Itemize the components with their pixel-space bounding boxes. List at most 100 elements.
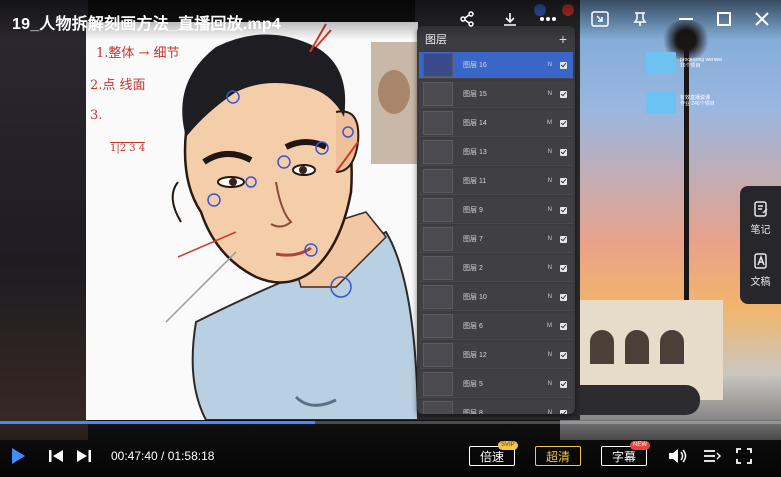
close-icon[interactable] — [752, 9, 772, 29]
layer-row[interactable]: 图层 6 M — [419, 313, 573, 340]
svip-badge: SVIP — [498, 441, 518, 450]
layer-name: 图层 2 — [463, 265, 483, 272]
visibility-checkbox[interactable] — [560, 351, 567, 359]
pin-icon[interactable] — [630, 9, 650, 29]
layer-thumbnail — [423, 227, 453, 251]
blend-mode[interactable]: N — [548, 381, 552, 387]
visibility-checkbox[interactable] — [560, 206, 567, 214]
speed-label: 倍速 — [479, 449, 504, 464]
layer-row[interactable]: 图层 12 N — [419, 342, 573, 369]
layer-row[interactable]: 图层 11 N — [419, 168, 573, 195]
layer-name: 图层 6 — [463, 323, 483, 330]
title-bar: 19_人物拆解刻画方法_直播回放.mp4 — [0, 0, 781, 40]
blend-mode[interactable]: M — [547, 323, 552, 329]
fullscreen-button[interactable] — [736, 448, 752, 469]
layer-thumbnail — [423, 198, 453, 222]
quality-button[interactable]: 超清 — [535, 446, 581, 466]
picture-in-picture-icon[interactable] — [590, 9, 610, 29]
layer-row[interactable]: 图层 16 N — [419, 52, 573, 79]
next-button[interactable] — [76, 448, 92, 469]
left-blur-strip — [0, 0, 88, 440]
layer-row[interactable]: 图层 5 N — [419, 371, 573, 398]
layer-thumbnail — [423, 53, 453, 77]
volume-button[interactable] — [668, 447, 688, 470]
blend-mode[interactable]: N — [548, 236, 552, 242]
visibility-checkbox[interactable] — [560, 322, 567, 330]
minimize-icon[interactable] — [676, 9, 696, 29]
folder-label: processing wenwei 16个项目 — [680, 57, 723, 69]
video-frame[interactable]: processing wenwei16个项目 有效直播说课作业 246个项目 — [0, 0, 781, 477]
visibility-checkbox[interactable] — [560, 119, 567, 127]
layer-row[interactable]: 图层 15 N — [419, 81, 573, 108]
layer-row[interactable]: 图层 13 N — [419, 139, 573, 166]
folder-icon[interactable] — [646, 52, 676, 74]
play-button[interactable] — [10, 447, 26, 470]
layer-name: 图层 10 — [463, 294, 487, 301]
more-icon[interactable] — [538, 9, 558, 29]
car — [560, 385, 700, 415]
progress-fill — [0, 421, 315, 424]
side-panel: 笔记 文稿 — [740, 186, 781, 304]
folder-icon[interactable] — [646, 92, 676, 114]
play-icon — [12, 448, 25, 464]
transcript-label: 文稿 — [750, 277, 771, 288]
layer-row[interactable]: 图层 10 N — [419, 284, 573, 311]
layer-row[interactable]: 图层 7 N — [419, 226, 573, 253]
visibility-checkbox[interactable] — [560, 61, 567, 69]
duration: 01:58:18 — [167, 449, 215, 463]
layer-row[interactable]: 图层 2 N — [419, 255, 573, 282]
layer-name: 图层 8 — [463, 410, 483, 414]
new-badge: NEW — [630, 441, 650, 450]
canvas-note: 1|2 3 4 — [110, 142, 146, 154]
blend-mode[interactable]: N — [548, 178, 552, 184]
layer-thumbnail — [423, 285, 453, 309]
maximize-icon[interactable] — [714, 9, 734, 29]
blend-mode[interactable]: N — [548, 207, 552, 213]
building-window — [625, 330, 649, 364]
blend-mode[interactable]: N — [548, 410, 552, 414]
visibility-checkbox[interactable] — [560, 235, 567, 243]
download-icon[interactable] — [500, 9, 520, 29]
visibility-checkbox[interactable] — [560, 90, 567, 98]
transcript-icon — [753, 253, 767, 269]
layer-thumbnail — [423, 256, 453, 280]
layer-row[interactable]: 图层 14 M — [419, 110, 573, 137]
layer-thumbnail — [423, 111, 453, 135]
layer-name: 图层 13 — [463, 149, 487, 156]
visibility-checkbox[interactable] — [560, 177, 567, 185]
transcript-button[interactable]: 文稿 — [740, 252, 781, 288]
visibility-checkbox[interactable] — [560, 380, 567, 388]
drawing-canvas[interactable]: 1.整体 → 细节 2.点 线面 3. 1|2 3 4 — [86, 22, 418, 420]
blend-mode[interactable]: N — [548, 294, 552, 300]
previous-button[interactable] — [48, 448, 64, 469]
layer-thumbnail — [423, 82, 453, 106]
blend-mode[interactable]: N — [548, 149, 552, 155]
blend-mode[interactable]: N — [548, 265, 552, 271]
layer-name: 图层 16 — [463, 62, 487, 69]
volume-icon — [669, 449, 687, 463]
blend-mode[interactable]: N — [548, 91, 552, 97]
share-icon[interactable] — [457, 9, 477, 29]
notes-button[interactable]: 笔记 — [740, 200, 781, 236]
blend-mode[interactable]: M — [547, 120, 552, 126]
window-title: 19_人物拆解刻画方法_直播回放.mp4 — [12, 16, 281, 33]
visibility-checkbox[interactable] — [560, 409, 567, 414]
skip-back-icon — [49, 450, 63, 462]
visibility-checkbox[interactable] — [560, 264, 567, 272]
layer-row[interactable]: 图层 8 N — [419, 400, 573, 414]
folder-label: 有效直播说课 作业 246个项目 — [680, 95, 715, 107]
layer-thumbnail — [423, 401, 453, 414]
layer-thumbnail — [423, 372, 453, 396]
layer-name: 图层 9 — [463, 207, 483, 214]
layer-row[interactable]: 图层 9 N — [419, 197, 573, 224]
blend-mode[interactable]: N — [548, 352, 552, 358]
blend-mode[interactable]: N — [548, 62, 552, 68]
playlist-button[interactable] — [703, 448, 722, 469]
note-icon — [753, 201, 768, 217]
visibility-checkbox[interactable] — [560, 293, 567, 301]
layers-panel[interactable]: 图层 + 图层 16N图层 15N图层 14M图层 13N图层 11N图层 9N… — [417, 26, 575, 414]
visibility-checkbox[interactable] — [560, 148, 567, 156]
layer-name: 图层 12 — [463, 352, 487, 359]
layer-thumbnail — [423, 343, 453, 367]
building-window — [660, 330, 684, 364]
